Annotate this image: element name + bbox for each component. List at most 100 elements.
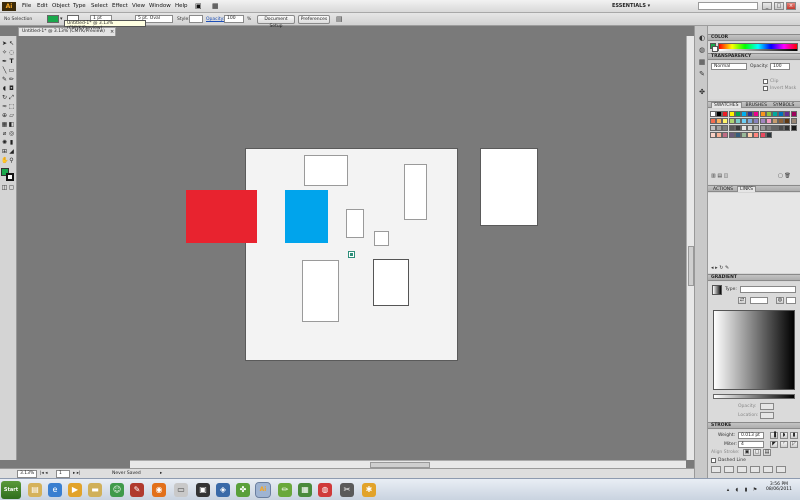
join-miter-icon[interactable]: ◤ <box>770 441 778 448</box>
paintbrush-tool-icon[interactable]: ✎ <box>1 76 8 83</box>
swatch[interactable] <box>765 118 772 124</box>
swatch[interactable] <box>728 111 735 117</box>
notes-icon[interactable]: ▦ <box>298 483 312 497</box>
tools-app-icon[interactable]: ✂ <box>340 483 354 497</box>
tab-actions[interactable]: ACTIONS <box>711 187 735 192</box>
opacity-link[interactable]: Opacity: <box>206 17 225 22</box>
gradient-aspect-field[interactable] <box>786 297 796 304</box>
battery-tray-icon[interactable]: ▮ <box>743 487 749 493</box>
gap-field[interactable] <box>750 466 760 473</box>
swatch[interactable] <box>716 125 723 131</box>
file-explorer-icon[interactable]: ▤ <box>28 483 42 497</box>
swatch[interactable] <box>710 132 716 138</box>
chat-icon[interactable]: ☺ <box>110 483 124 497</box>
start-button[interactable]: Start <box>1 481 21 499</box>
app-icon[interactable]: ✱ <box>362 483 376 497</box>
gradient-location-field[interactable] <box>760 412 774 419</box>
stroke-weight-input[interactable]: 0.013 pt <box>738 432 764 439</box>
menu-window[interactable]: Window <box>149 3 171 9</box>
swatch[interactable] <box>753 125 760 131</box>
pen-tool-icon[interactable]: ✒ <box>1 58 8 65</box>
swatch[interactable] <box>759 132 766 138</box>
firefox-icon[interactable]: ◉ <box>152 483 166 497</box>
swatch[interactable] <box>753 132 760 138</box>
swatch[interactable] <box>741 118 747 124</box>
outline-rectangle[interactable] <box>404 164 427 220</box>
horizontal-scrollbar[interactable] <box>130 460 686 468</box>
internet-explorer-icon[interactable]: e <box>48 483 62 497</box>
artboard-number-field[interactable]: 1 <box>56 470 70 478</box>
swatch[interactable] <box>759 111 766 117</box>
canvas[interactable] <box>18 36 686 460</box>
blend-mode-select[interactable]: Normal <box>711 63 747 70</box>
gradient-type-select[interactable] <box>740 286 796 293</box>
menu-help[interactable]: Help <box>175 3 188 9</box>
perspective-grid-tool-icon[interactable]: ▱ <box>8 112 15 119</box>
gradient-preview[interactable] <box>713 310 795 390</box>
swatch[interactable] <box>772 118 778 124</box>
vertical-scrollbar[interactable] <box>686 36 694 460</box>
swatch-library-icon[interactable]: ▥ ▤ ◫ <box>711 173 728 179</box>
artboard-tool-icon[interactable]: ⊞ <box>1 148 8 155</box>
gradient-angle-field[interactable] <box>750 297 768 304</box>
screen-mode-icon[interactable]: ▢ <box>8 184 15 191</box>
photo-viewer-icon[interactable]: ▣ <box>196 483 210 497</box>
clip-checkbox[interactable] <box>763 79 768 84</box>
dash-field[interactable] <box>737 466 747 473</box>
warp-tool-icon[interactable]: ≈ <box>1 103 8 110</box>
chrome-icon[interactable]: ◍ <box>318 483 332 497</box>
menu-file[interactable]: File <box>22 3 31 9</box>
swatch[interactable] <box>759 125 766 131</box>
status-menu-icon[interactable]: ▸ <box>160 471 162 476</box>
swatch[interactable] <box>790 111 797 117</box>
outline-rectangle[interactable] <box>304 155 348 186</box>
draw-normal-icon[interactable]: ◫ <box>1 184 8 191</box>
lasso-tool-icon[interactable]: ◌ <box>8 49 15 56</box>
rectangle-tool-icon[interactable]: ▭ <box>8 67 15 74</box>
image-editor-icon[interactable]: ◈ <box>216 483 230 497</box>
swatch[interactable] <box>710 118 716 124</box>
pencil-tool-icon[interactable]: ✏ <box>8 76 15 83</box>
free-transform-tool-icon[interactable]: ⬚ <box>8 103 15 110</box>
swatch[interactable] <box>765 111 772 117</box>
swatch[interactable] <box>765 125 772 131</box>
magic-wand-tool-icon[interactable]: ✧ <box>1 49 8 56</box>
outline-rectangle[interactable] <box>302 260 339 322</box>
swatch[interactable] <box>790 125 797 131</box>
swatch[interactable] <box>784 125 791 131</box>
brushes-panel-icon[interactable]: ✎ <box>698 70 706 78</box>
dash-field[interactable] <box>711 466 721 473</box>
menu-object[interactable]: Object <box>52 3 70 9</box>
swatch[interactable] <box>722 125 729 131</box>
swatch[interactable] <box>734 125 741 131</box>
swatch[interactable] <box>716 111 723 117</box>
gradient-reverse-icon[interactable]: ⇄ <box>738 297 746 304</box>
transparency-opacity-field[interactable]: 100 <box>770 63 790 70</box>
arrange-icon[interactable]: ▤ <box>336 15 343 23</box>
close-button[interactable]: × <box>786 2 796 10</box>
rotate-tool-icon[interactable]: ↻ <box>1 94 8 101</box>
bridge-icon[interactable]: ▣ <box>195 2 202 10</box>
arrange-documents-icon[interactable]: ▦ <box>212 2 219 10</box>
delete-swatch-icon[interactable]: ▢ 🗑 <box>778 173 791 179</box>
transparency-panel-header[interactable]: TRANSPARENCY <box>708 53 800 60</box>
gap-field[interactable] <box>724 466 734 473</box>
maximize-button[interactable]: □ <box>774 2 784 10</box>
preferences-button[interactable]: Preferences <box>298 15 330 24</box>
tab-close-icon[interactable]: × <box>110 29 114 35</box>
swatch[interactable] <box>753 118 760 124</box>
swatch[interactable] <box>784 111 791 117</box>
swatches-panel-icon[interactable]: ▦ <box>698 58 706 66</box>
swatch[interactable] <box>784 118 791 124</box>
eraser-tool-icon[interactable]: ◘ <box>8 85 15 92</box>
swatch[interactable] <box>728 118 735 124</box>
menu-type[interactable]: Type <box>73 3 86 9</box>
cap-butt-icon[interactable]: ▐ <box>770 432 778 439</box>
stroke-color-icon[interactable] <box>6 173 14 181</box>
shape-builder-tool-icon[interactable]: ⊕ <box>1 112 8 119</box>
dash-field[interactable] <box>763 466 773 473</box>
swatch[interactable] <box>790 118 797 124</box>
swatch[interactable] <box>741 125 747 131</box>
swatch[interactable] <box>778 125 785 131</box>
swatch[interactable] <box>722 118 729 124</box>
